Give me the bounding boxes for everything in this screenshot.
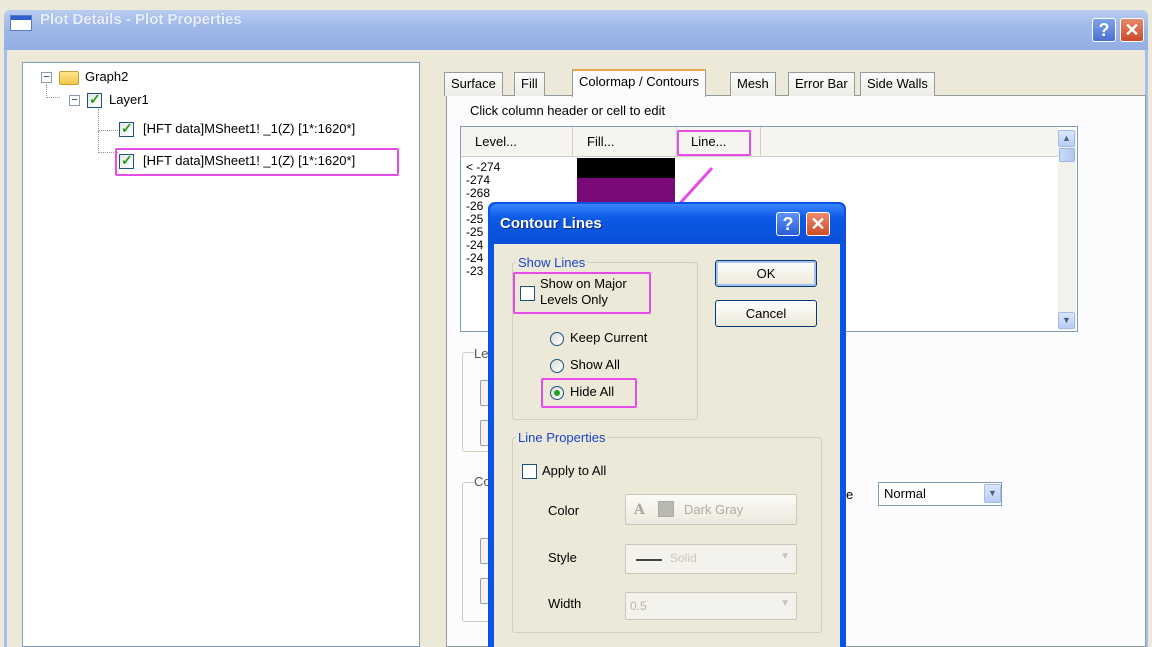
scroll-down-icon[interactable]: ▼ bbox=[1058, 312, 1075, 329]
dialog-help-button[interactable]: ? bbox=[776, 212, 800, 236]
level-cell[interactable]: -23 bbox=[466, 265, 483, 278]
radio-show-all[interactable] bbox=[550, 359, 564, 373]
apply-to-all-checkbox[interactable] bbox=[522, 464, 537, 479]
tree-connector bbox=[46, 84, 60, 98]
tab-fill[interactable]: Fill bbox=[514, 72, 545, 96]
blend-label-fragment: e bbox=[846, 487, 854, 502]
tree-connector bbox=[98, 109, 118, 131]
tab-side-walls[interactable]: Side Walls bbox=[860, 72, 935, 96]
cancel-button[interactable]: Cancel bbox=[715, 300, 817, 327]
ok-button[interactable]: OK bbox=[715, 260, 817, 287]
layer-checkbox[interactable] bbox=[87, 91, 102, 108]
line-style-preview bbox=[636, 559, 662, 561]
tab-colormap-contours[interactable]: Colormap / Contours bbox=[572, 69, 706, 97]
style-select[interactable]: Solid ▼ bbox=[625, 544, 797, 574]
scroll-up-icon[interactable]: ▲ bbox=[1058, 130, 1075, 147]
style-label: Style bbox=[548, 550, 577, 565]
window-icon bbox=[10, 15, 32, 31]
plot-tree[interactable]: − Graph2 − Layer1 [HFT data]MSheet1! _1(… bbox=[22, 62, 420, 647]
width-field[interactable]: 0.5 ▼ bbox=[625, 592, 797, 620]
levels-group-label: Le bbox=[474, 346, 489, 361]
radio-keep-current[interactable] bbox=[550, 332, 564, 346]
column-header-fill[interactable]: Fill... bbox=[573, 127, 677, 157]
tab-mesh[interactable]: Mesh bbox=[730, 72, 776, 96]
highlight-major-levels bbox=[513, 272, 651, 314]
color-swatch bbox=[658, 501, 674, 517]
show-lines-label: Show Lines bbox=[516, 255, 588, 270]
color-label: Color bbox=[548, 503, 580, 518]
chevron-down-icon: ▼ bbox=[780, 598, 790, 609]
highlight-line-header bbox=[677, 130, 751, 156]
collapse-icon[interactable]: − bbox=[41, 72, 52, 83]
chevron-down-icon[interactable]: ▼ bbox=[984, 484, 1001, 503]
highlight-selected-plot bbox=[115, 148, 399, 176]
tab-surface[interactable]: Surface bbox=[444, 72, 503, 96]
highlight-hide-all bbox=[541, 378, 637, 408]
blend-mode-value: Normal bbox=[884, 486, 926, 501]
folder-icon bbox=[59, 71, 79, 85]
width-label: Width bbox=[548, 596, 582, 611]
radio-keep-current-label: Keep Current bbox=[570, 330, 648, 345]
font-color-icon: A bbox=[634, 502, 645, 518]
style-value: Solid bbox=[670, 551, 697, 565]
help-button[interactable]: ? bbox=[1092, 18, 1116, 42]
column-header-level[interactable]: Level... bbox=[461, 127, 573, 157]
column-header-empty bbox=[761, 127, 1058, 157]
collapse-icon[interactable]: − bbox=[69, 95, 80, 106]
line-properties-label: Line Properties bbox=[516, 430, 608, 445]
dialog-close-button[interactable]: ✕ bbox=[806, 212, 830, 236]
close-button[interactable]: ✕ bbox=[1120, 18, 1144, 42]
scroll-thumb[interactable] bbox=[1059, 148, 1075, 162]
apply-to-all-label: Apply to All bbox=[542, 463, 607, 478]
tree-node-layer[interactable]: Layer1 bbox=[109, 90, 149, 110]
main-window-title: Plot Details - Plot Properties bbox=[40, 11, 242, 28]
hint-text: Click column header or cell to edit bbox=[470, 103, 666, 118]
width-value: 0.5 bbox=[630, 599, 647, 613]
radio-show-all-label: Show All bbox=[570, 357, 620, 372]
tree-node-graph[interactable]: Graph2 bbox=[85, 67, 128, 87]
color-value: Dark Gray bbox=[684, 502, 744, 517]
chevron-down-icon: ▼ bbox=[780, 551, 790, 562]
dialog-title: Contour Lines bbox=[500, 215, 602, 232]
tab-error-bar[interactable]: Error Bar bbox=[788, 72, 855, 96]
tree-node-plot[interactable]: [HFT data]MSheet1! _1(Z) [1*:1620*] bbox=[143, 119, 355, 139]
plot-checkbox[interactable] bbox=[119, 120, 134, 137]
